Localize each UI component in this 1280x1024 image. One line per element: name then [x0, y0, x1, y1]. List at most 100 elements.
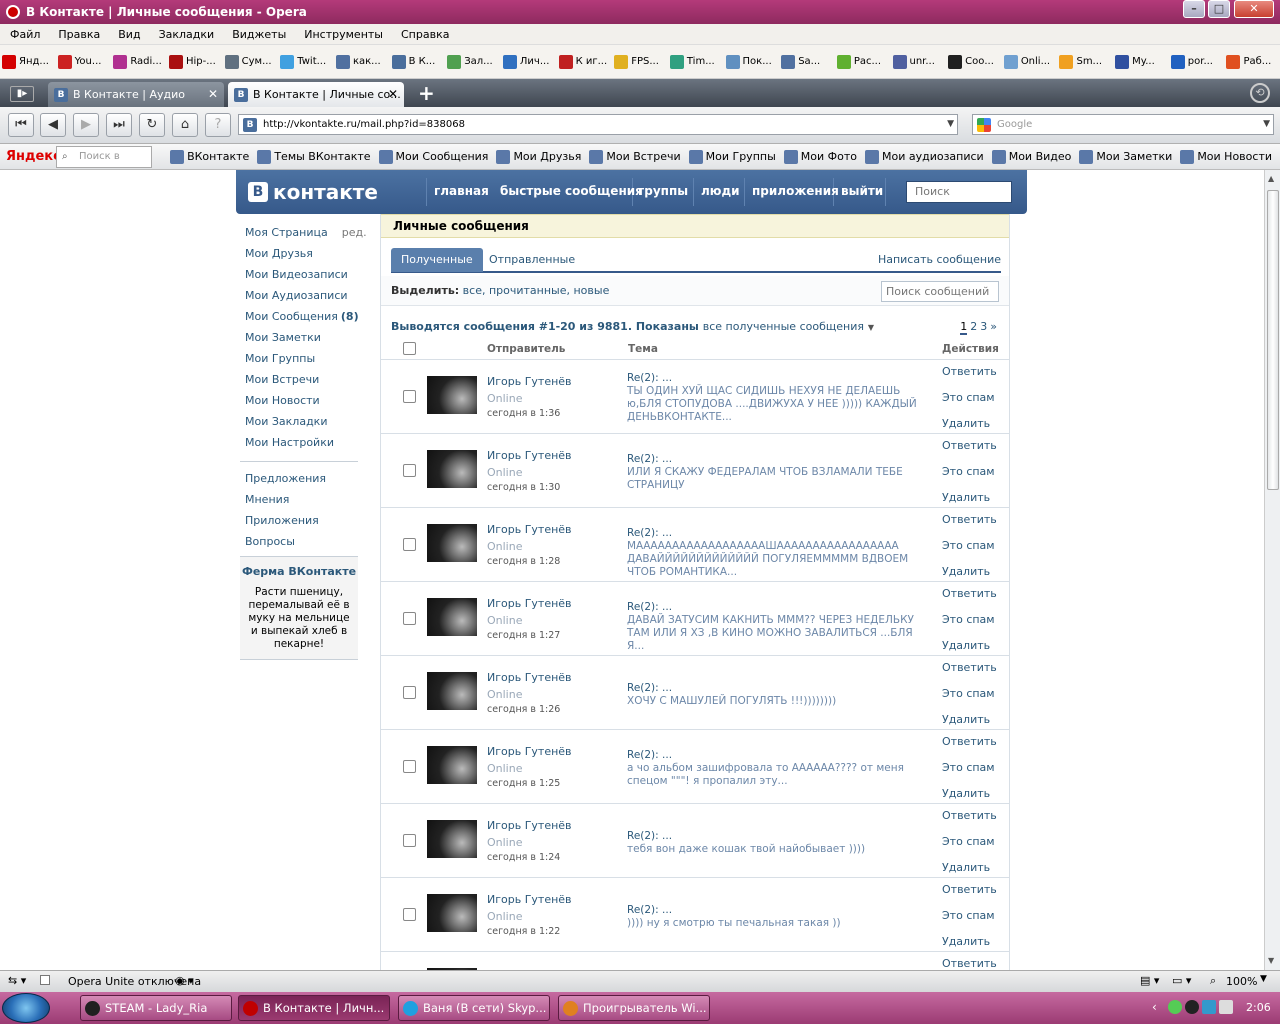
- left-menu-item[interactable]: Мои Закладки: [245, 415, 360, 436]
- avatar[interactable]: [427, 672, 477, 710]
- bookmark-item[interactable]: Sa...: [781, 54, 835, 69]
- spam-link[interactable]: Это спам: [942, 391, 995, 404]
- bookmark-item[interactable]: Раб...: [1226, 54, 1280, 69]
- bookmark-item[interactable]: как...: [335, 54, 390, 69]
- taskbar-item[interactable]: Проигрыватель Wi...: [558, 995, 710, 1021]
- left-menu-item[interactable]: Мои Заметки: [245, 331, 360, 352]
- taskbar-item[interactable]: Ваня (В сети) Skyp...: [398, 995, 550, 1021]
- left-menu-item[interactable]: Мои Группы: [245, 352, 360, 373]
- globe-icon[interactable]: ◉ ▾: [175, 974, 194, 987]
- sender-name[interactable]: Игорь Гутенёв: [487, 375, 572, 388]
- menu-item-2[interactable]: Вид: [118, 28, 140, 41]
- left-menu-item[interactable]: Мои Видеозаписи: [245, 268, 360, 289]
- scroll-thumb[interactable]: [1267, 190, 1279, 490]
- yandex-link[interactable]: Мои Встречи: [589, 149, 681, 164]
- yandex-link[interactable]: Мои Друзья: [496, 149, 581, 164]
- bookmark-item[interactable]: Сум...: [224, 54, 279, 69]
- avatar[interactable]: [427, 524, 477, 562]
- row-checkbox[interactable]: [403, 612, 416, 625]
- yandex-search-input[interactable]: ⌕ Поиск в Интернете: [56, 145, 153, 182]
- vertical-scrollbar[interactable]: ▲ ▼: [1264, 170, 1280, 970]
- table-row[interactable]: Игорь Гутенёв Online сегодня в 1:25 Re(2): …: [381, 730, 1009, 804]
- yandex-link[interactable]: Мои Заметки: [1079, 149, 1172, 164]
- tab-messages[interactable]: B В Контакте | Личные со... ✕: [228, 82, 404, 107]
- message-subject[interactable]: Re(2): ...)))) ну я смотрю ты печальная …: [627, 904, 927, 930]
- spam-link[interactable]: Это спам: [942, 909, 995, 922]
- bookmark-item[interactable]: Янд...: [2, 54, 56, 69]
- table-row[interactable]: Ответить: [381, 952, 1009, 970]
- tab-audio[interactable]: B В Контакте | Аудио ✕: [48, 82, 224, 107]
- farm-title[interactable]: Ферма ВКонтакте: [240, 565, 358, 578]
- bookmark-item[interactable]: Пок...: [725, 54, 780, 69]
- new-tab-icon[interactable]: +: [418, 81, 435, 105]
- delete-link[interactable]: Удалить: [942, 787, 990, 800]
- message-subject[interactable]: Re(2): ... ХОЧУ С МАШУЛЕЙ ПОГУЛЯТЬ !!!)))…: [627, 682, 927, 708]
- vk-nav-item[interactable]: быстрые сообщения: [500, 184, 643, 198]
- clock[interactable]: 2:06: [1246, 1001, 1271, 1014]
- row-checkbox[interactable]: [403, 390, 416, 403]
- bookmark-item[interactable]: Onli...: [1003, 54, 1058, 69]
- row-checkbox[interactable]: [403, 760, 416, 773]
- bookmark-item[interactable]: Radi...: [113, 54, 167, 69]
- page-link[interactable]: 1: [960, 320, 968, 335]
- reply-link[interactable]: Ответить: [942, 809, 997, 822]
- delete-link[interactable]: Удалить: [942, 565, 990, 578]
- bookmark-item[interactable]: You...: [57, 54, 112, 69]
- table-row[interactable]: Игорь Гутенёв Online сегодня в 1:30 Re(2): …: [381, 434, 1009, 508]
- chevron-down-icon[interactable]: ▼: [868, 323, 874, 332]
- reload-button[interactable]: ↻: [139, 113, 165, 137]
- vk-nav-item[interactable]: группы: [638, 184, 688, 198]
- reply-link[interactable]: Ответить: [942, 735, 997, 748]
- delete-link[interactable]: Удалить: [942, 935, 990, 948]
- reply-link[interactable]: Ответить: [942, 957, 997, 970]
- sender-name[interactable]: Игорь Гутенёв: [487, 523, 572, 536]
- reply-link[interactable]: Ответить: [942, 513, 997, 526]
- menu-item-3[interactable]: Закладки: [159, 28, 215, 41]
- menu-item-0[interactable]: Файл: [10, 28, 40, 41]
- avatar[interactable]: [427, 376, 477, 414]
- scroll-down-icon[interactable]: ▼: [1268, 956, 1274, 965]
- address-bar[interactable]: B http://vkontakte.ru/mail.php?id=838068…: [238, 114, 958, 135]
- delete-link[interactable]: Удалить: [942, 639, 990, 652]
- bookmark-item[interactable]: Twit...: [280, 54, 334, 69]
- row-checkbox[interactable]: [403, 538, 416, 551]
- bookmark-item[interactable]: My...: [1115, 54, 1169, 69]
- delete-link[interactable]: Удалить: [942, 417, 990, 430]
- message-subject[interactable]: Re(2): ... а чо альбом зашифровала то ААА…: [627, 749, 927, 788]
- avatar[interactable]: [427, 894, 477, 932]
- avatar[interactable]: [427, 450, 477, 488]
- reply-link[interactable]: Ответить: [942, 661, 997, 674]
- delete-link[interactable]: Удалить: [942, 491, 990, 504]
- page-link[interactable]: 2: [970, 320, 977, 333]
- page-icon[interactable]: ▤ ▾: [1140, 974, 1159, 987]
- left-menu-item[interactable]: Предложения: [245, 472, 360, 493]
- menu-item-5[interactable]: Инструменты: [304, 28, 383, 41]
- close-button[interactable]: ✕: [1234, 0, 1274, 18]
- back-button[interactable]: ◀: [40, 113, 66, 137]
- message-subject[interactable]: Re(2): ... ИЛИ Я СКАЖУ ФЕДЕРАЛАМ ЧТОБ ВЗЛ…: [627, 453, 927, 492]
- bookmark-item[interactable]: FPS...: [614, 54, 668, 69]
- network-tray-icon[interactable]: [1202, 1000, 1216, 1014]
- tab-sent[interactable]: Отправленные: [479, 248, 585, 272]
- row-checkbox[interactable]: [403, 834, 416, 847]
- bookmark-item[interactable]: Hip-...: [168, 54, 223, 69]
- yandex-link[interactable]: Мои Сообщения: [378, 149, 488, 164]
- summary-filter[interactable]: все полученные сообщения: [703, 320, 864, 333]
- left-menu-item[interactable]: Приложения: [245, 514, 360, 535]
- table-row[interactable]: Игорь Гутенёв Online сегодня в 1:28 Re(2): …: [381, 508, 1009, 582]
- chevron-down-icon[interactable]: ▼: [1263, 115, 1270, 134]
- table-row[interactable]: Игорь Гутенёв Online сегодня в 1:36 Re(2): …: [381, 360, 1009, 434]
- bookmark-item[interactable]: Sm...: [1059, 54, 1113, 69]
- spam-link[interactable]: Это спам: [942, 465, 995, 478]
- sender-name[interactable]: Игорь Гутенёв: [487, 819, 572, 832]
- scroll-up-icon[interactable]: ▲: [1268, 174, 1274, 183]
- menu-item-6[interactable]: Справка: [401, 28, 449, 41]
- rewind-button[interactable]: ⏮: [8, 113, 34, 137]
- zoom-level[interactable]: 100%: [1226, 975, 1257, 988]
- avatar[interactable]: [427, 820, 477, 858]
- home-button[interactable]: ⌂: [172, 113, 198, 137]
- trash-icon[interactable]: ⟲: [1250, 83, 1270, 103]
- bookmark-item[interactable]: por...: [1170, 54, 1225, 69]
- delete-link[interactable]: Удалить: [942, 713, 990, 726]
- sender-name[interactable]: Игорь Гутенёв: [487, 449, 572, 462]
